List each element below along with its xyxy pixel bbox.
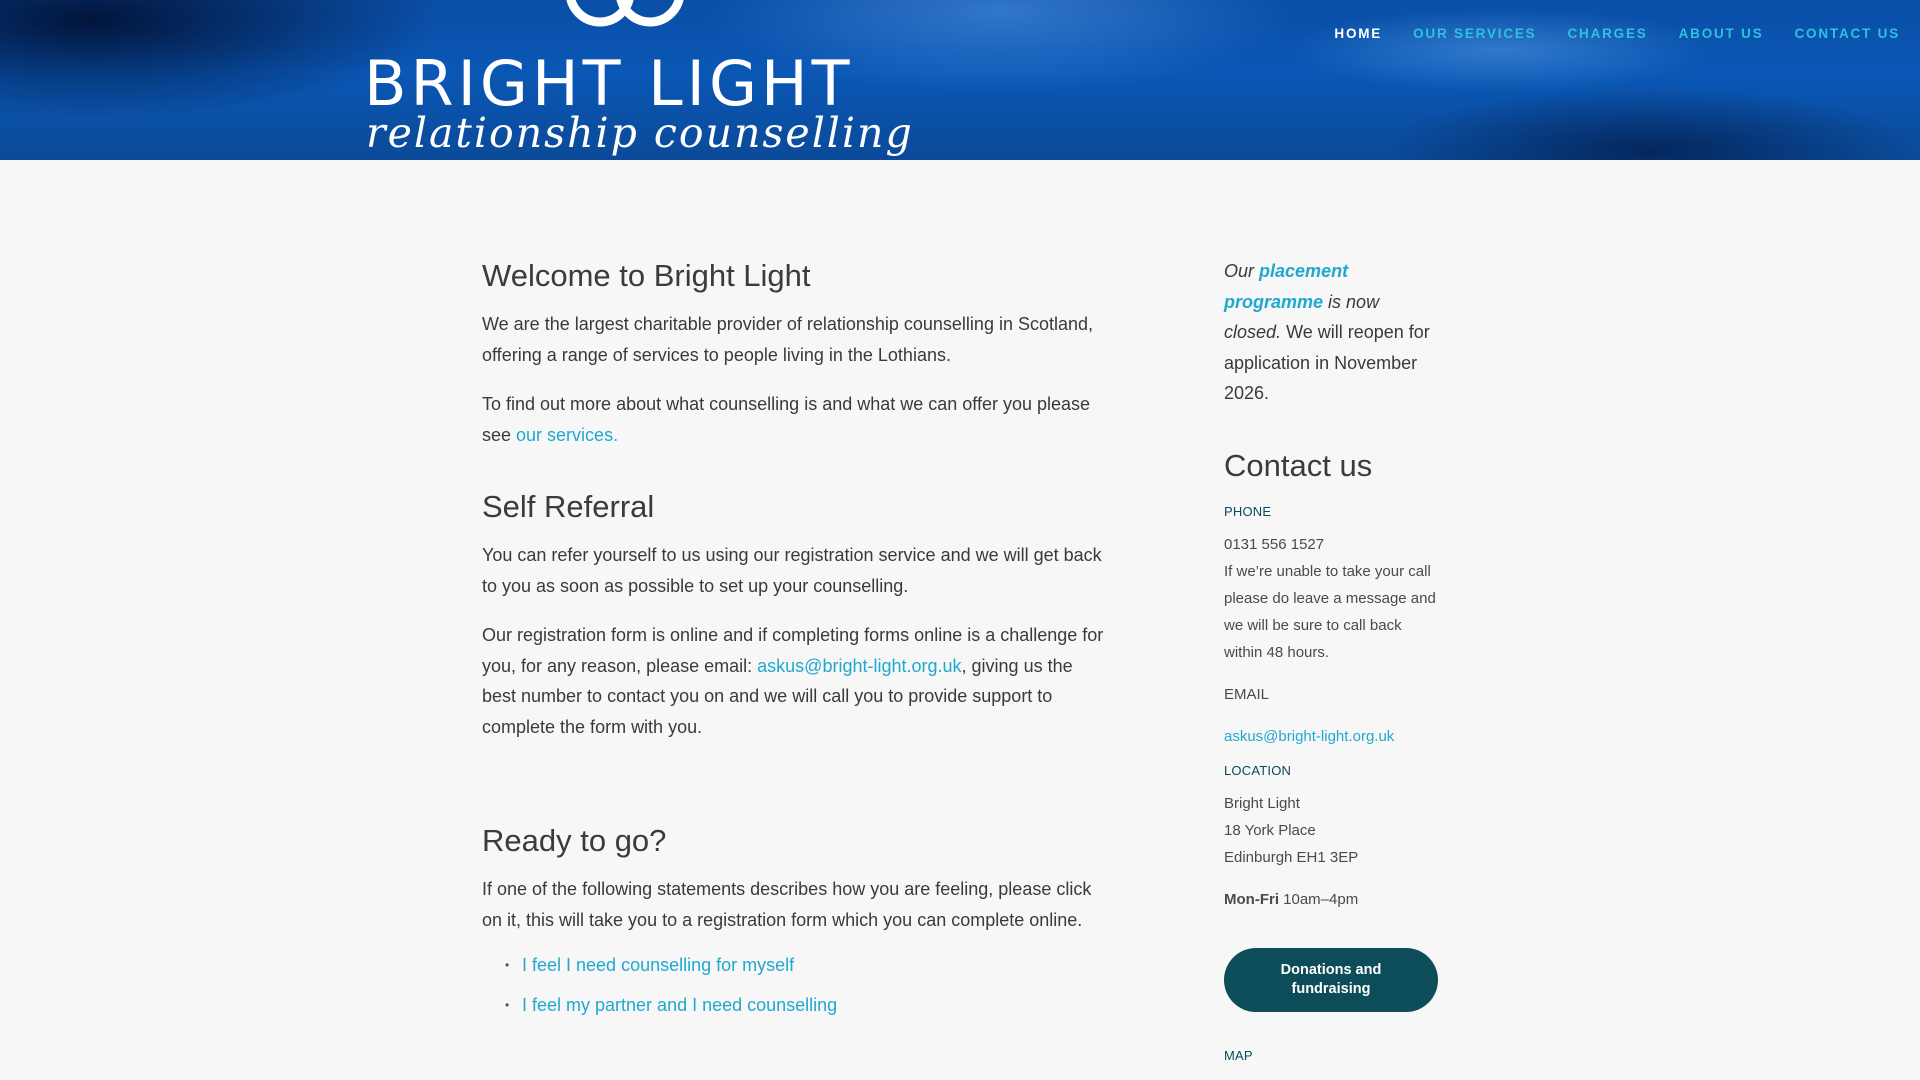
notice-our: Our: [1224, 261, 1255, 281]
sidebar: Our placement programme is now closed. W…: [1224, 256, 1440, 1063]
address-line: Bright Light: [1224, 794, 1300, 812]
site-header: BRIGHT LIGHT relationship counselling HO…: [0, 0, 1920, 160]
address-line: Edinburgh EH1 3EP: [1224, 848, 1359, 866]
location-label: LOCATION: [1224, 762, 1292, 778]
ready-paragraph: If one of the following statements descr…: [482, 879, 1092, 930]
donations-fundraising-button[interactable]: Donations and fundraising: [1224, 947, 1438, 1012]
askus-email-link[interactable]: askus@bright-light.org.uk: [757, 656, 961, 676]
address-line: 18 York Place: [1224, 821, 1316, 839]
map-label: MAP: [1224, 1047, 1253, 1063]
opening-hours: Mon-Fri 10am–4pm: [1224, 886, 1440, 913]
our-services-link[interactable]: our services.: [516, 425, 618, 445]
opening-days: Mon-Fri: [1224, 890, 1279, 908]
contact-heading: Contact us: [1224, 447, 1373, 483]
placement-notice: Our placement programme is now closed. W…: [1224, 256, 1440, 409]
notice-is-now: is now: [1328, 291, 1380, 312]
contact-email-link[interactable]: askus@bright-light.org.uk: [1224, 723, 1440, 750]
nav-charges[interactable]: CHARGES: [1567, 26, 1647, 41]
nav-our-services[interactable]: OUR SERVICES: [1413, 26, 1536, 41]
logo-title: BRIGHT LIGHT: [364, 47, 854, 120]
list-item: I feel my partner and I need counselling: [482, 985, 1104, 1025]
welcome-paragraph: We are the largest charitable provider o…: [482, 314, 1094, 365]
main-content: Welcome to Bright Light We are the large…: [482, 255, 1104, 1025]
main-nav: HOME OUR SERVICES CHARGES ABOUT US CONTA…: [1334, 26, 1900, 41]
nav-contact-us[interactable]: CONTACT US: [1795, 26, 1901, 41]
referral-options-list: I feel I need counselling for myself I f…: [482, 945, 1104, 1025]
opening-time: 10am–4pm: [1283, 890, 1359, 908]
address: Bright Light 18 York Place Edinburgh EH1…: [1224, 790, 1440, 871]
services-paragraph: To find out more about what counselling …: [482, 389, 1104, 450]
bright-light-logo[interactable]: BRIGHT LIGHT relationship counselling: [364, 0, 914, 160]
nav-home[interactable]: HOME: [1334, 26, 1382, 41]
option-couple-counselling-link[interactable]: I feel my partner and I need counselling: [522, 995, 837, 1015]
phone-number: 0131 556 1527: [1224, 535, 1325, 553]
email-label: EMAIL: [1224, 685, 1270, 703]
ready-heading: Ready to go?: [482, 823, 667, 858]
nav-about-us[interactable]: ABOUT US: [1679, 26, 1764, 41]
self-referral-heading: Self Referral: [482, 489, 655, 524]
notice-closed: closed.: [1224, 322, 1282, 342]
self-referral-paragraph: You can refer yourself to us using our r…: [482, 545, 1102, 596]
welcome-heading: Welcome to Bright Light: [482, 258, 811, 293]
list-item: I feel I need counselling for myself: [482, 945, 1104, 985]
phone-note: If we’re unable to take your call please…: [1224, 562, 1436, 661]
registration-paragraph: Our registration form is online and if c…: [482, 620, 1104, 742]
rings-logo-icon: [566, 0, 684, 27]
option-counselling-myself-link[interactable]: I feel I need counselling for myself: [522, 955, 794, 975]
logo-subtitle: relationship counselling: [366, 109, 914, 157]
phone-label: PHONE: [1224, 503, 1272, 519]
